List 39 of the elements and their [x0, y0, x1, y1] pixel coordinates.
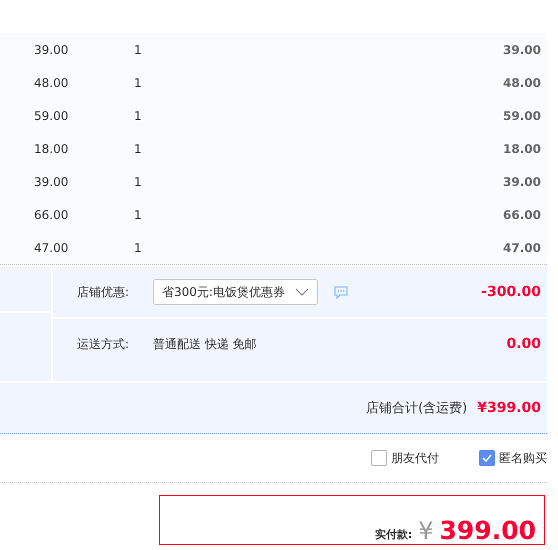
quantity: 1	[134, 42, 143, 56]
checkbox[interactable]	[371, 450, 387, 466]
item-subtotal: 47.00	[502, 240, 542, 254]
shop-total-label: 店铺合计(含运费)	[366, 400, 468, 417]
unit-price: 59.00	[33, 108, 70, 122]
unit-price: 39.00	[33, 174, 70, 188]
discount-label: 店铺优惠:	[77, 284, 130, 300]
discount-amount: -300.00	[481, 284, 541, 300]
item-subtotal: 48.00	[502, 76, 542, 90]
unit-price: 39.00	[33, 42, 70, 56]
item-subtotal: 39.00	[502, 42, 542, 56]
coupon-dropdown[interactable]: 省300元:电饭煲优惠券	[153, 279, 318, 305]
item-subtotal: 66.00	[502, 208, 542, 222]
currency-symbol: ¥	[418, 518, 434, 544]
payment-amount: 399.00	[440, 516, 536, 544]
shipping-method: 普通配送 快递 免邮	[153, 336, 257, 353]
quantity: 1	[134, 240, 143, 254]
quantity: 1	[134, 76, 143, 90]
quantity: 1	[134, 108, 143, 122]
check-icon	[482, 454, 492, 462]
payment-label: 实付款:	[374, 528, 412, 541]
unit-price: 47.00	[33, 240, 70, 254]
checkbox-label: 朋友代付	[391, 450, 439, 466]
quantity: 1	[134, 208, 143, 222]
unit-price: 66.00	[33, 208, 70, 222]
unit-price: 18.00	[33, 142, 70, 156]
chat-icon[interactable]	[334, 286, 348, 298]
item-subtotal: 39.00	[502, 174, 542, 188]
quantity: 1	[134, 142, 143, 156]
shipping-amount: 0.00	[506, 336, 541, 352]
unit-price: 48.00	[33, 76, 70, 90]
shipping-label: 运送方式:	[77, 336, 130, 353]
item-subtotal: 59.00	[502, 108, 542, 122]
checkbox-label: 匿名购买	[499, 450, 547, 466]
caret-icon	[294, 288, 309, 296]
item-subtotal: 18.00	[502, 142, 542, 156]
quantity: 1	[134, 174, 143, 188]
checkbox[interactable]	[479, 450, 495, 466]
shop-total-amount: ¥399.00	[477, 400, 541, 416]
